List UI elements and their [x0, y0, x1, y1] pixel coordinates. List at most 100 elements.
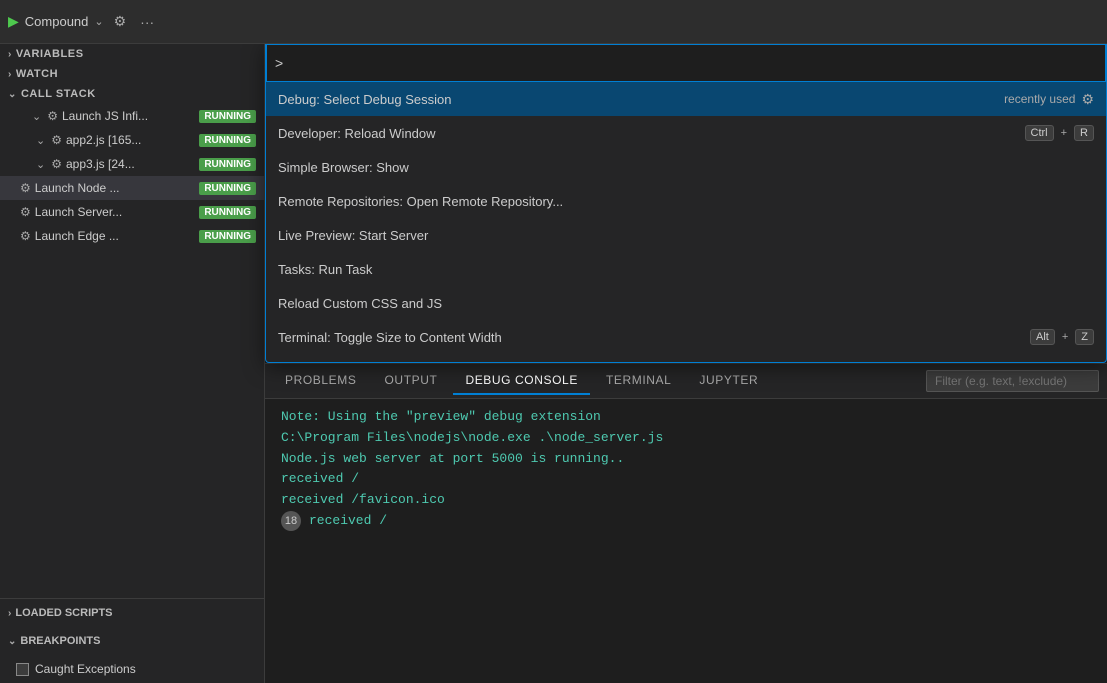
command-item-label: Developer: Reload Window — [278, 126, 436, 141]
running-badge: RUNNING — [199, 230, 256, 243]
kbd-ctrl: Ctrl — [1025, 125, 1054, 141]
debug-session-icon: ⚙ — [47, 109, 58, 123]
call-stack-item[interactable]: ⚙ Launch Node ... RUNNING — [0, 176, 264, 200]
tab-terminal[interactable]: TERMINAL — [594, 367, 683, 395]
chevron-down-icon: ⌄ — [32, 110, 41, 123]
call-stack-item-label: Launch Edge ... — [35, 229, 196, 243]
chevron-down-icon: ⌄ — [36, 158, 45, 171]
command-prompt: > — [275, 55, 283, 71]
kbd-z: Z — [1075, 329, 1094, 345]
chevron-right-icon: › — [8, 69, 12, 80]
compound-label: Compound — [25, 14, 89, 29]
loaded-scripts-label: Loaded Scripts — [15, 607, 112, 619]
command-item-terminal-toggle[interactable]: Terminal: Toggle Size to Content Width A… — [266, 320, 1106, 354]
command-item-developer-reload[interactable]: Developer: Reload Window Ctrl + R — [266, 116, 1106, 150]
chevron-down-icon: ⌄ — [36, 134, 45, 147]
command-item-label: Debug: Select Debug Session — [278, 92, 451, 107]
sidebar-bottom: › Loaded Scripts ⌄ Breakpoints Caught Ex… — [0, 598, 264, 683]
debug-session-icon: ⚙ — [20, 229, 31, 243]
call-stack-item-label: app3.js [24... — [66, 157, 195, 171]
running-badge: RUNNING — [199, 158, 256, 171]
tab-problems[interactable]: PROBLEMS — [273, 367, 369, 395]
console-line-text: received / — [309, 511, 387, 532]
debug-session-icon: ⚙ — [20, 181, 31, 195]
settings-gear-icon[interactable]: ⚙ — [1081, 91, 1094, 108]
more-actions-icon[interactable]: ··· — [136, 10, 158, 34]
repeat-count-badge: 18 — [281, 511, 301, 531]
chevron-right-icon: › — [8, 608, 11, 619]
tab-output[interactable]: OUTPUT — [373, 367, 450, 395]
tab-debug-console[interactable]: DEBUG CONSOLE — [453, 367, 590, 395]
console-line: C:\Program Files\nodejs\node.exe .\node_… — [281, 428, 1091, 449]
call-stack-item[interactable]: ⚙ Launch Server... RUNNING — [0, 200, 264, 224]
kbd-plus: + — [1062, 331, 1068, 343]
call-stack-item[interactable]: ⌄ ⚙ app2.js [165... RUNNING — [0, 128, 264, 152]
gear-icon[interactable]: ⚙ — [110, 9, 131, 34]
call-stack-label: Call Stack — [21, 88, 96, 100]
sidebar-section-loaded-scripts[interactable]: › Loaded Scripts — [0, 599, 264, 627]
sidebar-section-callstack[interactable]: ⌄ Call Stack — [0, 84, 264, 104]
running-badge: RUNNING — [199, 182, 256, 195]
panel-tabs: PROBLEMS OUTPUT DEBUG CONSOLE TERMINAL J… — [265, 364, 1107, 399]
command-item-debug-select[interactable]: Debug: Select Debug Session recently use… — [266, 82, 1106, 116]
command-item-label-group: Simple Browser: Show — [278, 160, 1094, 175]
watch-label: Watch — [16, 68, 58, 80]
command-item-right: recently used ⚙ — [1004, 91, 1094, 108]
debug-console-content: Note: Using the "preview" debug extensio… — [265, 399, 1107, 683]
panel-filter-input[interactable] — [926, 370, 1099, 392]
command-item-label: Tasks: Run Task — [278, 262, 372, 277]
command-item-preferences-color[interactable]: Preferences: Color Theme Ctrl + K Ctrl +… — [266, 354, 1106, 362]
tab-jupyter[interactable]: JUPYTER — [687, 367, 770, 395]
call-stack-item-label: app2.js [165... — [66, 133, 195, 147]
running-badge: RUNNING — [199, 110, 256, 123]
kbd-r: R — [1074, 125, 1094, 141]
chevron-down-icon: ⌄ — [94, 15, 103, 28]
sidebar-section-watch[interactable]: › Watch — [0, 64, 264, 84]
command-item-right: Ctrl + R — [1025, 125, 1095, 141]
command-palette: > Debug: Select Debug Session recently u… — [265, 44, 1107, 363]
call-stack-item-label: Launch Node ... — [35, 181, 196, 195]
console-line: received /favicon.ico — [281, 490, 1091, 511]
sidebar-section-variables[interactable]: › Variables — [0, 44, 264, 64]
debug-session-selector[interactable]: ▶ Compound ⌄ — [8, 13, 104, 30]
recently-used-label: recently used — [1004, 92, 1075, 106]
sidebar-section-breakpoints[interactable]: ⌄ Breakpoints — [0, 627, 264, 655]
call-stack-item-label: Launch JS Infi... — [62, 109, 195, 123]
caught-exceptions-checkbox[interactable] — [16, 663, 29, 676]
command-palette-input-row: > — [266, 44, 1106, 82]
command-item-label-group: Developer: Reload Window — [278, 126, 1025, 141]
call-stack-item[interactable]: ⌄ ⚙ Launch JS Infi... RUNNING — [0, 104, 264, 128]
call-stack-item[interactable]: ⚙ Launch Edge ... RUNNING — [0, 224, 264, 248]
command-item-label: Live Preview: Start Server — [278, 228, 428, 243]
chevron-right-icon: › — [8, 49, 12, 60]
running-badge: RUNNING — [199, 206, 256, 219]
console-line-with-badge: 18 received / — [281, 511, 1091, 532]
command-item-label-group: Terminal: Toggle Size to Content Width — [278, 330, 1030, 345]
call-stack-item[interactable]: ⌄ ⚙ app3.js [24... RUNNING — [0, 152, 264, 176]
command-palette-input[interactable] — [287, 55, 1097, 71]
debug-session-icon: ⚙ — [20, 205, 31, 219]
main-content: › Variables › Watch ⌄ Call Stack ⌄ ⚙ Lau… — [0, 44, 1107, 683]
command-item-right: Alt + Z — [1030, 329, 1094, 345]
command-item-live-preview[interactable]: Live Preview: Start Server — [266, 218, 1106, 252]
console-line: Node.js web server at port 5000 is runni… — [281, 449, 1091, 470]
command-item-label-group: Remote Repositories: Open Remote Reposit… — [278, 194, 1094, 209]
debug-session-icon: ⚙ — [51, 133, 62, 147]
command-item-label: Simple Browser: Show — [278, 160, 409, 175]
command-item-remote-repositories[interactable]: Remote Repositories: Open Remote Reposit… — [266, 184, 1106, 218]
command-item-simple-browser[interactable]: Simple Browser: Show — [266, 150, 1106, 184]
kbd-alt: Alt — [1030, 329, 1055, 345]
play-icon: ▶ — [8, 13, 19, 30]
command-item-tasks-run[interactable]: Tasks: Run Task — [266, 252, 1106, 286]
top-bar: ▶ Compound ⌄ ⚙ ··· — [0, 0, 1107, 44]
chevron-down-icon: ⌄ — [8, 636, 16, 647]
breakpoints-label: Breakpoints — [20, 635, 100, 647]
command-item-label-group: Debug: Select Debug Session — [278, 92, 1004, 107]
bottom-panel: PROBLEMS OUTPUT DEBUG CONSOLE TERMINAL J… — [265, 363, 1107, 683]
kbd-plus: + — [1061, 127, 1067, 139]
debug-session-icon: ⚙ — [51, 157, 62, 171]
breakpoint-caught-exceptions[interactable]: Caught Exceptions — [0, 657, 264, 681]
command-item-reload-css[interactable]: Reload Custom CSS and JS — [266, 286, 1106, 320]
command-palette-list: Debug: Select Debug Session recently use… — [266, 82, 1106, 362]
call-stack-item-label: Launch Server... — [35, 205, 196, 219]
